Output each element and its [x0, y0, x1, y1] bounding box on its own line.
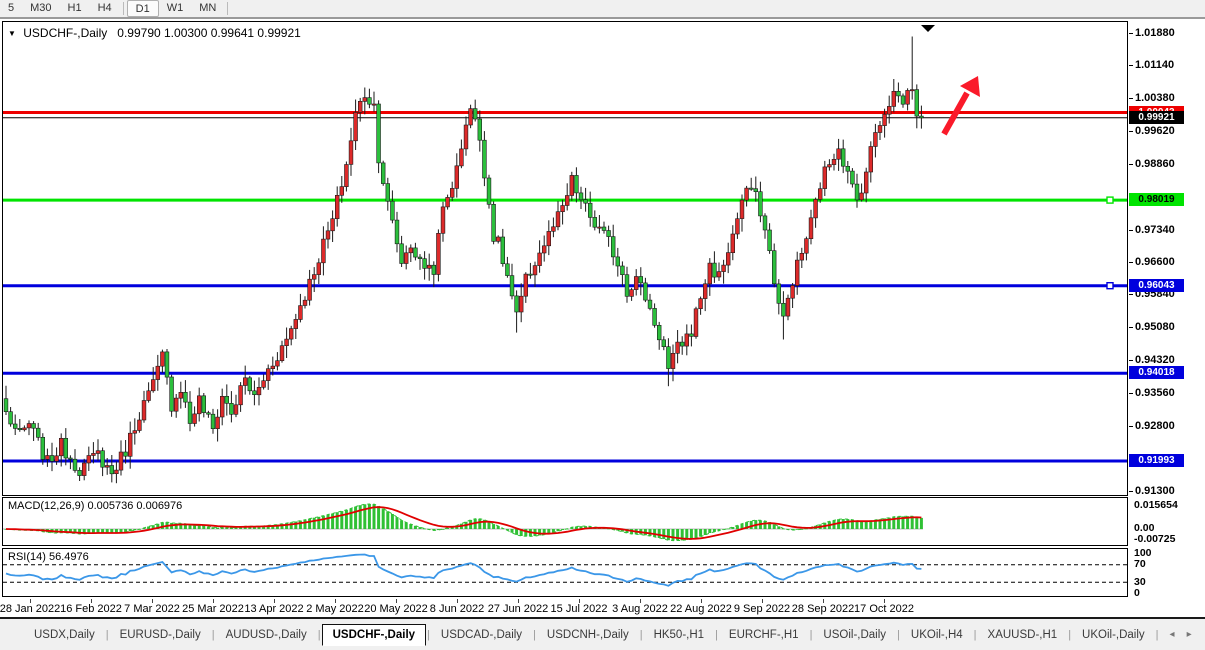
mt4-window: 5 M30 H1 H4 D1 W1 MN ▼ USDCHF-,Daily 0.99790 1… — [0, 0, 1205, 650]
price-line-label: 0.99921 — [1129, 111, 1184, 124]
price-tick: 0.96600 — [1135, 256, 1175, 268]
price-tick: 1.01880 — [1135, 27, 1175, 39]
date-label: 13 Apr 2022 — [244, 603, 304, 615]
red-up-arrow[interactable] — [941, 76, 980, 136]
price-line-label: 0.98019 — [1129, 193, 1184, 206]
rsi-label: RSI(14) 56.4976 — [8, 551, 89, 563]
price-tick: 0.92800 — [1135, 420, 1175, 432]
tab-xauusd-h1[interactable]: XAUUSD-,H1 — [978, 625, 1068, 645]
price-line-label: 0.94018 — [1129, 366, 1184, 379]
tab-usdchf-daily[interactable]: USDCHF-,Daily — [321, 623, 427, 646]
high-marker-icon — [921, 25, 935, 32]
rsi-axis-value: 70 — [1134, 558, 1146, 570]
date-label: 3 Aug 2022 — [612, 603, 668, 615]
timeframe-w1-button[interactable]: W1 — [159, 0, 192, 17]
hline-handle[interactable] — [1106, 282, 1114, 290]
date-label: 15 Jul 2022 — [550, 603, 608, 615]
price-tick: 0.94320 — [1135, 354, 1175, 366]
date-label: 28 Jan 2022 — [0, 603, 61, 615]
tab-usdx-daily[interactable]: USDX,Daily — [24, 625, 105, 645]
date-axis: 28 Jan 2022 16 Feb 2022 7 Mar 2022 25 Ma… — [0, 599, 1205, 617]
chevron-down-icon: ▼ — [8, 29, 16, 38]
rsi-axis-value: 0 — [1134, 587, 1140, 599]
tab-usoil-daily[interactable]: USOil-,Daily — [813, 625, 896, 645]
tab-usdcad-daily[interactable]: USDCAD-,Daily — [431, 625, 532, 645]
date-label: 8 Jun 2022 — [429, 603, 485, 615]
symbol-tab-bar: USDX,Daily | EURUSD-,Daily | AUDUSD-,Daily | U… — [0, 619, 1205, 650]
tab-ukoil-daily[interactable]: UKOil-,Daily — [1072, 625, 1155, 645]
hline-handle[interactable] — [1106, 196, 1114, 204]
chart-title: ▼ USDCHF-,Daily 0.99790 1.00300 0.99641 … — [8, 26, 301, 40]
price-tick: 0.91300 — [1135, 485, 1175, 497]
date-label: 9 Sep 2022 — [733, 603, 791, 615]
price-tick: 0.99620 — [1135, 125, 1175, 137]
tab-hk50-h1[interactable]: HK50-,H1 — [644, 625, 715, 645]
date-label: 17 Oct 2022 — [854, 603, 914, 615]
timeframe-toolbar: 5 M30 H1 H4 D1 W1 MN — [0, 0, 1205, 19]
timeframe-d1-button[interactable]: D1 — [126, 0, 159, 17]
price-axis: 1.01880 1.01140 1.00380 0.99620 0.98860 … — [1129, 19, 1205, 599]
tab-eurchf-h1[interactable]: EURCHF-,H1 — [719, 625, 809, 645]
date-label: 25 Mar 2022 — [182, 603, 244, 615]
tab-audusd-daily[interactable]: AUDUSD-,Daily — [216, 625, 317, 645]
main-chart-panel[interactable] — [2, 21, 1128, 496]
rsi-chart — [3, 553, 1127, 587]
date-label: 28 Sep 2022 — [791, 603, 855, 615]
price-tick: 0.97340 — [1135, 224, 1175, 236]
toolbar-separator — [227, 2, 229, 15]
candlestick-chart[interactable] — [3, 22, 1127, 495]
timeframe-h1-button[interactable]: H1 — [60, 0, 90, 17]
chart-symbol: USDCHF-,Daily — [23, 26, 108, 40]
price-line-label: 0.91993 — [1129, 454, 1184, 467]
date-label: 7 Mar 2022 — [124, 603, 180, 615]
date-label: 20 May 2022 — [364, 603, 428, 615]
tab-separator: | — [1155, 628, 1159, 641]
date-label: 27 Jun 2022 — [487, 603, 549, 615]
macd-label: MACD(12,26,9) 0.005736 0.006976 — [8, 500, 183, 512]
price-line-label: 0.96043 — [1129, 279, 1184, 292]
price-tick: 1.00380 — [1135, 92, 1175, 104]
timeframe-5-button[interactable]: 5 — [0, 0, 22, 17]
tab-usdcnh-daily[interactable]: USDCNH-,Daily — [537, 625, 639, 645]
timeframe-m30-button[interactable]: M30 — [22, 0, 59, 17]
price-tick: 0.93560 — [1135, 387, 1175, 399]
chart-ohlc-values: 0.99790 1.00300 0.99641 0.99921 — [117, 26, 301, 40]
date-label: 22 Aug 2022 — [670, 603, 732, 615]
tab-eurusd-daily[interactable]: EURUSD-,Daily — [110, 625, 211, 645]
tabs-scroll-right-icon[interactable]: ▸ — [1187, 629, 1204, 640]
macd-axis-value: -0.00725 — [1134, 533, 1176, 545]
timeframe-h4-button[interactable]: H4 — [90, 0, 120, 17]
macd-axis-value: 0.015654 — [1134, 499, 1178, 511]
toolbar-separator — [122, 2, 124, 15]
date-label: 2 May 2022 — [306, 603, 364, 615]
date-label: 16 Feb 2022 — [60, 603, 122, 615]
price-tick: 0.95080 — [1135, 321, 1175, 333]
timeframe-mn-button[interactable]: MN — [191, 0, 224, 17]
price-tick: 0.98860 — [1135, 158, 1175, 170]
tab-ukoil-h4[interactable]: UKOil-,H4 — [901, 625, 973, 645]
rsi-panel[interactable] — [2, 548, 1128, 597]
tabs-scroll-left-icon[interactable]: ◂ — [1170, 629, 1187, 640]
price-tick: 1.01140 — [1135, 59, 1175, 71]
